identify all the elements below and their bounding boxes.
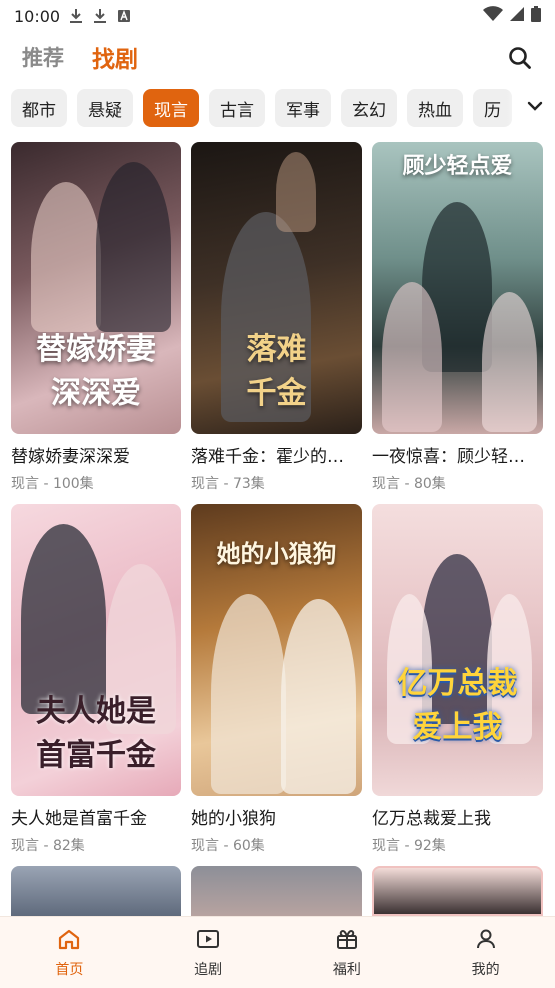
drama-meta: 现言 - 92集 (372, 838, 446, 854)
nav-following[interactable]: 追剧 (139, 917, 278, 988)
drama-poster-partial[interactable] (372, 866, 543, 916)
status-time: 10:00 (14, 6, 61, 26)
wifi-icon (483, 6, 503, 26)
drama-grid-next-row (11, 866, 545, 916)
poster-title-text: 亿万总裁 爱上我 (397, 666, 518, 745)
drama-poster: 亿万总裁 爱上我 (372, 504, 543, 796)
gift-icon (335, 927, 359, 955)
poster-title-text: 替嫁娇妻 深深爱 (36, 332, 156, 411)
drama-title: 亿万总裁爱上我 (372, 809, 491, 829)
drama-title: 夫人她是首富千金 (11, 809, 147, 829)
drama-meta: 现言 - 82集 (11, 838, 85, 854)
drama-poster-partial[interactable] (11, 866, 181, 916)
tab-find-drama[interactable]: 找剧 (92, 40, 138, 74)
top-nav: 推荐 找剧 (0, 32, 555, 82)
nav-profile-label: 我的 (471, 961, 500, 978)
drama-card[interactable]: 亿万总裁 爱上我 亿万总裁爱上我 现言 - 92集 (372, 504, 543, 866)
nav-home-label: 首页 (55, 961, 84, 978)
signal-icon (509, 6, 525, 26)
drama-poster: 夫人她是 首富千金 (11, 504, 181, 796)
nav-home[interactable]: 首页 (0, 917, 139, 988)
download-icon (68, 8, 84, 24)
drama-poster: 她的小狼狗 (191, 504, 362, 796)
user-icon (474, 927, 498, 955)
chip-guyan[interactable]: 古言 (209, 89, 265, 127)
keyboard-a-icon (116, 8, 132, 24)
chip-junshi[interactable]: 军事 (275, 89, 331, 127)
expand-categories-button[interactable] (507, 82, 555, 134)
drama-poster: 替嫁娇妻 深深爱 (11, 142, 181, 434)
drama-card[interactable]: 落难 千金 落难千金：霍少的… 现言 - 73集 (191, 142, 362, 504)
poster-title-text: 夫人她是 首富千金 (36, 694, 156, 773)
nav-welfare-label: 福利 (332, 961, 361, 978)
chip-xianyan[interactable]: 现言 (143, 89, 199, 127)
drama-card[interactable]: 顾少轻点爱 一夜惊喜：顾少轻… 现言 - 80集 (372, 142, 543, 504)
chip-xuanhuan[interactable]: 玄幻 (341, 89, 397, 127)
drama-meta: 现言 - 80集 (372, 476, 446, 492)
poster-title-text: 她的小狼狗 (216, 539, 337, 568)
chip-dushi[interactable]: 都市 (11, 89, 67, 127)
poster-title-text: 顾少轻点爱 (402, 153, 513, 179)
drama-title: 落难千金：霍少的… (191, 447, 344, 467)
search-icon[interactable] (507, 45, 533, 71)
drama-title: 她的小狼狗 (191, 809, 276, 829)
drama-meta: 现言 - 73集 (191, 476, 265, 492)
download-icon (92, 8, 108, 24)
drama-meta: 现言 - 100集 (11, 476, 94, 492)
drama-poster: 落难 千金 (191, 142, 362, 434)
drama-card[interactable]: 替嫁娇妻 深深爱 替嫁娇妻深深爱 现言 - 100集 (11, 142, 181, 504)
poster-title-text: 落难 千金 (246, 332, 307, 411)
play-icon (196, 927, 220, 955)
nav-profile[interactable]: 我的 (416, 917, 555, 988)
status-bar: 10:00 (0, 0, 555, 32)
tab-recommend[interactable]: 推荐 (22, 42, 64, 72)
drama-poster: 顾少轻点爱 (372, 142, 543, 434)
home-icon (57, 927, 81, 955)
drama-meta: 现言 - 60集 (191, 838, 265, 854)
bottom-nav: 首页 追剧 福利 我的 (0, 916, 555, 988)
chip-xuanyi[interactable]: 悬疑 (77, 89, 133, 127)
nav-following-label: 追剧 (194, 961, 223, 978)
drama-poster-partial[interactable] (191, 866, 362, 916)
chip-rexue[interactable]: 热血 (407, 89, 463, 127)
drama-title: 替嫁娇妻深深爱 (11, 447, 130, 467)
drama-title: 一夜惊喜：顾少轻… (372, 447, 525, 467)
category-chips: 都市 悬疑 现言 古言 军事 玄幻 热血 历 (0, 82, 555, 134)
drama-card[interactable]: 夫人她是 首富千金 夫人她是首富千金 现言 - 82集 (11, 504, 181, 866)
drama-grid: 替嫁娇妻 深深爱 替嫁娇妻深深爱 现言 - 100集 落难 千金 落难千金：霍少… (11, 142, 545, 866)
drama-card[interactable]: 她的小狼狗 她的小狼狗 现言 - 60集 (191, 504, 362, 866)
battery-icon (531, 6, 541, 26)
nav-welfare[interactable]: 福利 (278, 917, 417, 988)
chevron-down-icon (525, 96, 545, 120)
